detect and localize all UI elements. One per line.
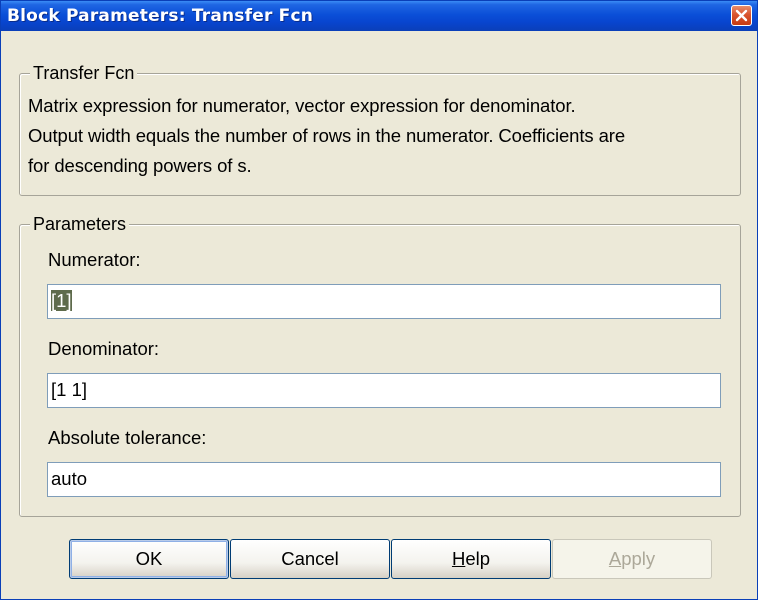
absolute-tolerance-value: auto <box>51 468 88 489</box>
help-button[interactable]: Help <box>391 539 551 579</box>
cancel-button-label: Cancel <box>281 548 339 569</box>
ok-button[interactable]: OK <box>69 539 229 579</box>
parameters-group-legend: Parameters <box>30 214 130 235</box>
ok-button-label: OK <box>135 548 163 569</box>
apply-button[interactable]: Apply <box>552 539 712 579</box>
absolute-tolerance-label: Absolute tolerance: <box>48 427 207 448</box>
close-x-icon <box>735 9 748 22</box>
help-button-mnemonic: H <box>451 548 466 569</box>
numerator-label: Numerator: <box>48 249 141 270</box>
denominator-field[interactable]: [1 1] <box>47 373 721 408</box>
description-line-1: Matrix expression for numerator, vector … <box>28 95 576 116</box>
denominator-label: Denominator: <box>48 338 160 359</box>
numerator-field[interactable]: [1] <box>47 284 721 319</box>
denominator-value: [1 1] <box>51 379 87 400</box>
close-button[interactable] <box>731 5 752 26</box>
help-button-label: elp <box>465 548 491 569</box>
title-bar[interactable]: Block Parameters: Transfer Fcn <box>1 1 757 31</box>
block-group-legend: Transfer Fcn <box>30 63 138 84</box>
block-description-group: Transfer Fcn Matrix expression for numer… <box>19 63 741 196</box>
description-line-2: Output width equals the number of rows i… <box>28 125 626 146</box>
window-title: Block Parameters: Transfer Fcn <box>7 6 314 26</box>
cancel-button[interactable]: Cancel <box>230 539 390 579</box>
dialog-window: Block Parameters: Transfer Fcn Transfer … <box>0 0 758 600</box>
apply-button-mnemonic: A <box>608 548 622 569</box>
apply-button-label: pply <box>621 548 656 569</box>
description-line-3: for descending powers of s. <box>28 155 252 176</box>
numerator-value: [1] <box>51 290 72 311</box>
absolute-tolerance-field[interactable]: auto <box>47 462 721 497</box>
